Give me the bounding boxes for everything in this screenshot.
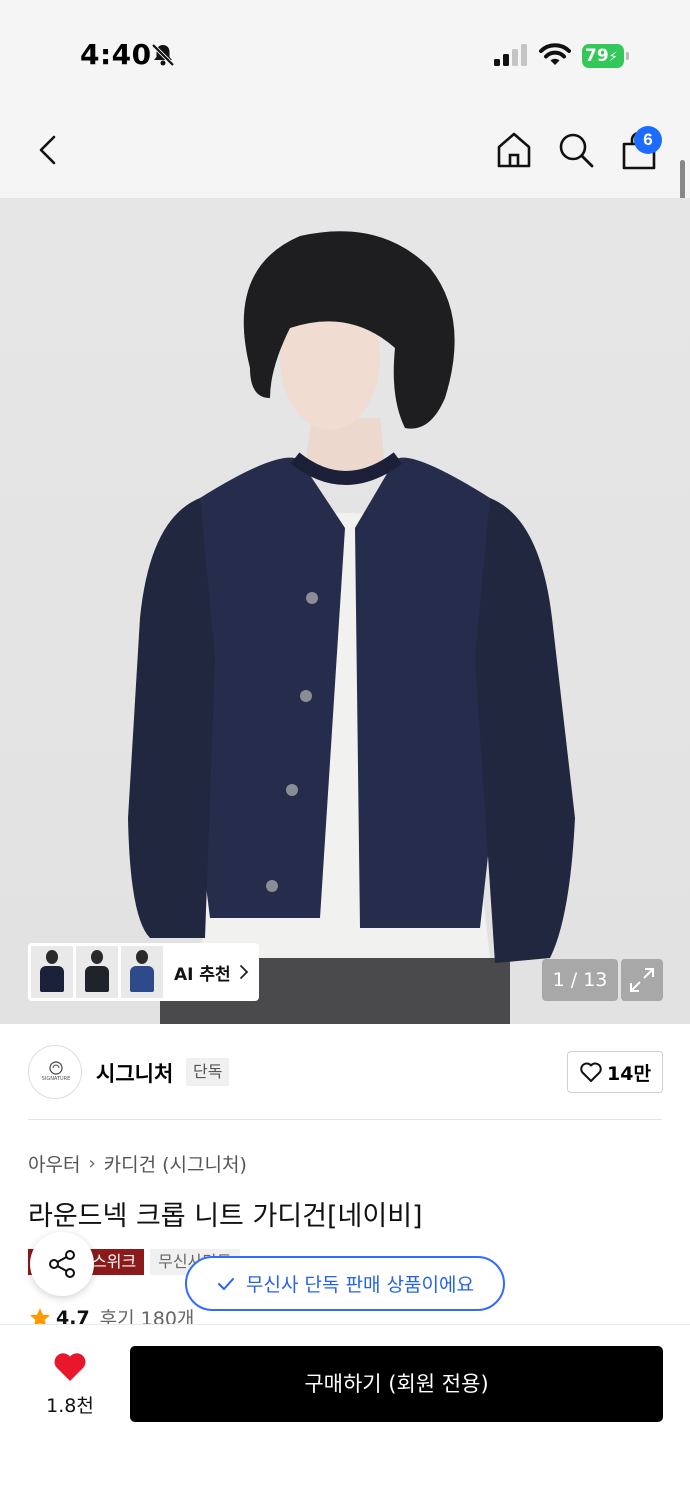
brand-logo-text: SIGNATURE: [41, 1076, 71, 1082]
image-page-counter: 1 / 13: [542, 959, 618, 1001]
buy-button[interactable]: 구매하기 (회원 전용): [130, 1346, 663, 1422]
heart-filled-icon: [54, 1353, 86, 1381]
product-image-gallery[interactable]: [0, 198, 690, 1024]
wishlist-count: 1.8천: [46, 1395, 94, 1417]
signature-logo-icon: [49, 1061, 63, 1075]
exclusive-toast: 무신사 단독 판매 상품이에요: [185, 1256, 505, 1311]
share-button[interactable]: [30, 1232, 94, 1296]
battery-tip: [626, 52, 629, 60]
bottom-action-bar: 1.8천 구매하기 (회원 전용): [0, 1324, 690, 1500]
product-photo: [128, 231, 575, 1024]
category-breadcrumb: 아우터 › 카디건 (시그니처): [28, 1150, 247, 1177]
recommend-thumbnail[interactable]: [31, 946, 73, 998]
brand-like-button[interactable]: 14만: [567, 1051, 663, 1093]
ai-recommend-bar[interactable]: AI 추천: [28, 943, 259, 1001]
thumbnail-figure-body: [85, 966, 109, 992]
battery-percent: 79: [585, 46, 609, 66]
thumbnail-figure-body: [130, 966, 154, 992]
brand-row: SIGNATURE 시그니처 단독 14만: [0, 1024, 690, 1120]
cart-count-badge: 6: [634, 126, 662, 154]
expand-icon: [630, 968, 654, 992]
share-icon: [49, 1250, 75, 1278]
status-bar: 4:40 79⚡: [0, 0, 690, 100]
back-icon[interactable]: [30, 132, 66, 168]
battery-indicator: 79⚡: [582, 44, 630, 68]
thumbnail-figure-body: [40, 966, 64, 992]
exclusive-badge: 단독: [186, 1058, 230, 1086]
cellular-signal-icon: [494, 44, 527, 66]
bell-off-icon: [151, 43, 175, 67]
wishlist-button[interactable]: 1.8천: [30, 1351, 110, 1421]
chevron-right-icon: ›: [88, 1153, 96, 1174]
top-navigation: [0, 100, 690, 198]
status-time: 4:40: [80, 38, 152, 71]
wifi-icon: [539, 43, 571, 65]
heart-outline-icon: [580, 1062, 602, 1082]
battery-level: 79⚡: [582, 44, 624, 68]
toast-message: 무신사 단독 판매 상품이에요: [246, 1274, 474, 1296]
recommend-thumbnail[interactable]: [76, 946, 118, 998]
recommend-thumbnail[interactable]: [121, 946, 163, 998]
check-icon: [218, 1277, 235, 1290]
divider: [28, 1119, 662, 1120]
brand-logo[interactable]: SIGNATURE: [28, 1045, 82, 1099]
expand-button[interactable]: [621, 959, 663, 1001]
brand-like-count: 14만: [607, 1062, 651, 1085]
ai-recommend-label: AI 추천: [174, 964, 231, 985]
home-icon[interactable]: [494, 130, 534, 170]
thumbnail-figure-head: [91, 950, 103, 964]
search-icon[interactable]: [556, 130, 596, 170]
breadcrumb-item[interactable]: 카디건 (시그니처): [104, 1150, 247, 1177]
thumbnail-figure-head: [46, 950, 58, 964]
brand-name[interactable]: 시그니처: [96, 1058, 173, 1088]
thumbnail-figure-head: [136, 950, 148, 964]
breadcrumb-item[interactable]: 아우터: [28, 1150, 80, 1177]
product-title: 라운드넥 크롭 니트 가디건[네이비]: [28, 1201, 423, 1232]
chevron-right-icon: [239, 965, 248, 979]
